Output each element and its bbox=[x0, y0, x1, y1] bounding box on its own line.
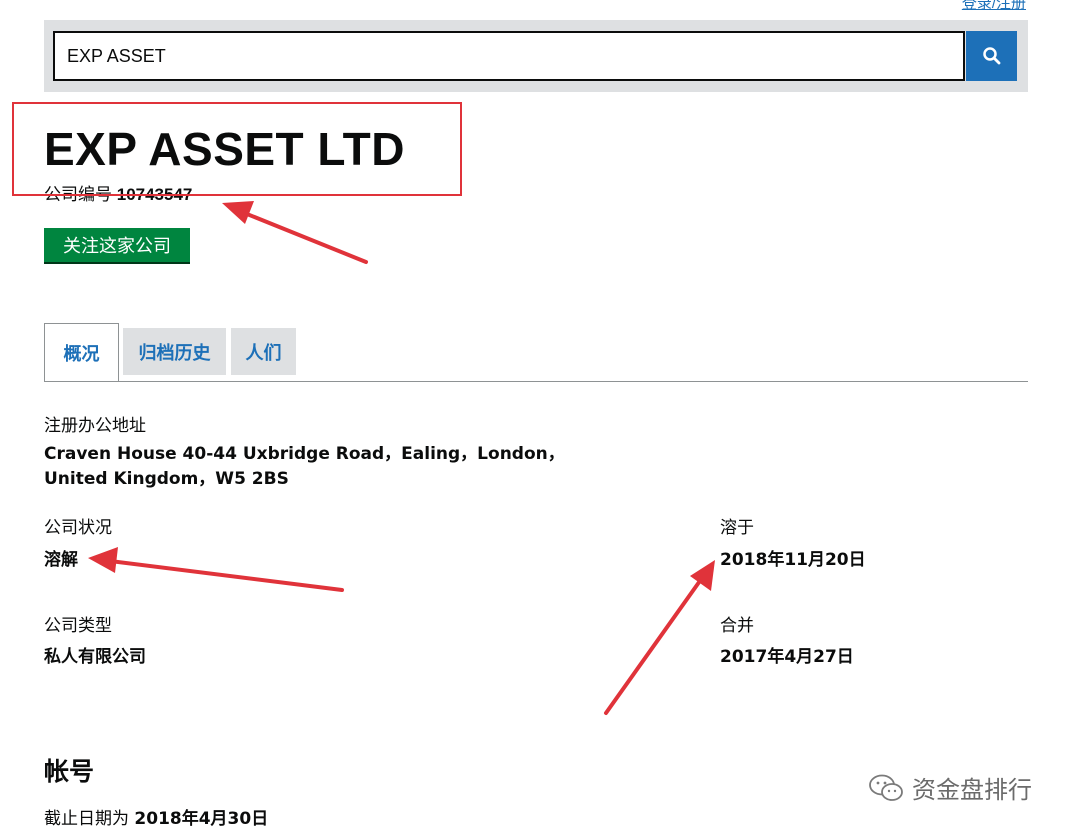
company-type-label: 公司类型 bbox=[44, 616, 112, 636]
search-bar bbox=[44, 20, 1028, 92]
annotation-highlight-box bbox=[12, 102, 462, 196]
tab-overview[interactable]: 概况 bbox=[44, 323, 119, 382]
company-type-value: 私人有限公司 bbox=[44, 647, 146, 667]
arrow-to-status bbox=[108, 559, 344, 592]
registered-address-value: Craven House 40-44 Uxbridge Road，Ealing，… bbox=[44, 444, 565, 489]
tab-filing-history[interactable]: 归档历史 bbox=[123, 328, 226, 375]
tab-people[interactable]: 人们 bbox=[231, 328, 296, 375]
wechat-icon bbox=[869, 774, 903, 801]
arrow-to-status-head bbox=[88, 547, 118, 573]
company-status-label: 公司状况 bbox=[44, 518, 112, 538]
accounts-due-date: 2018年4月30日 bbox=[134, 809, 269, 829]
accounts-heading: 帐号 bbox=[44, 757, 95, 786]
incorporated-on-label: 合并 bbox=[720, 616, 754, 636]
search-button[interactable] bbox=[966, 31, 1017, 81]
sign-in-link[interactable]: 登录/注册 bbox=[962, 0, 1026, 13]
dissolved-on-label: 溶于 bbox=[720, 518, 754, 538]
arrow-to-dissolved-date bbox=[604, 576, 704, 715]
watermark: 资金盘排行 bbox=[868, 770, 1032, 805]
dissolved-on-value: 2018年11月20日 bbox=[720, 550, 866, 570]
arrow-to-company-number bbox=[240, 210, 368, 264]
search-input[interactable] bbox=[53, 31, 965, 81]
follow-company-button[interactable]: 关注这家公司 bbox=[44, 228, 190, 264]
arrow-to-company-number-head bbox=[222, 201, 254, 224]
incorporated-on-value: 2017年4月27日 bbox=[720, 647, 854, 667]
search-icon bbox=[982, 47, 1000, 65]
watermark-text: 资金盘排行 bbox=[912, 776, 1032, 804]
company-status-value: 溶解 bbox=[44, 550, 78, 570]
registered-address-label: 注册办公地址 bbox=[44, 416, 146, 436]
accounts-due: 截止日期为 2018年4月30日 bbox=[44, 804, 268, 829]
arrow-to-dissolved-date-head bbox=[690, 560, 715, 591]
accounts-due-prefix: 截止日期为 bbox=[44, 809, 129, 829]
tabs-divider bbox=[44, 381, 1028, 382]
